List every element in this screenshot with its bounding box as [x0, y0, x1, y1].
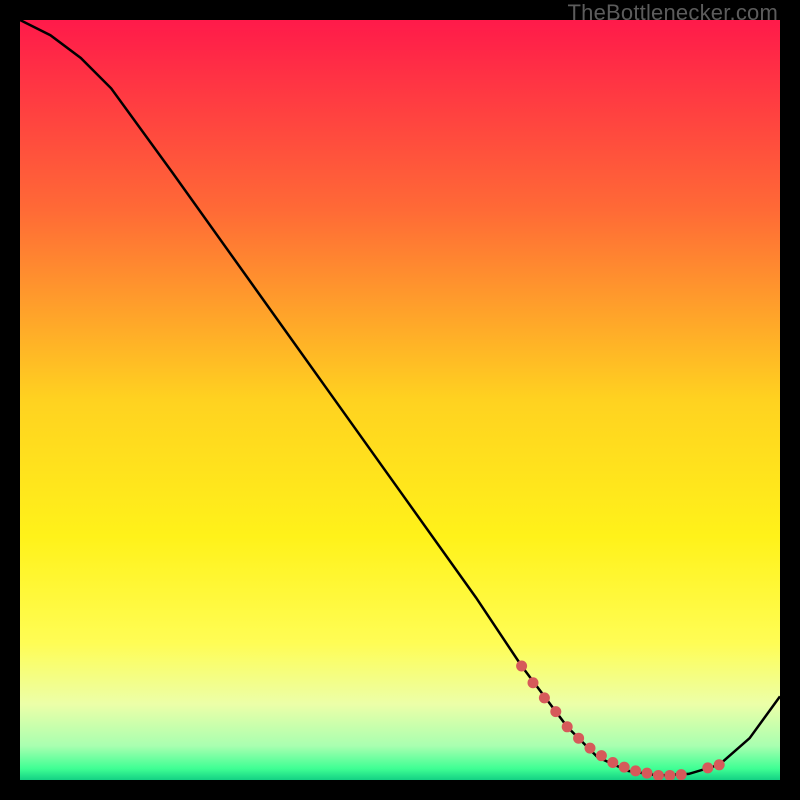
valley-dot — [676, 769, 687, 780]
valley-dot — [607, 757, 618, 768]
valley-dot — [653, 770, 664, 780]
valley-dot — [550, 706, 561, 717]
valley-dot — [596, 750, 607, 761]
valley-dot — [539, 692, 550, 703]
valley-dot — [664, 770, 675, 780]
valley-dot — [585, 743, 596, 754]
chart-frame — [20, 20, 780, 780]
valley-dot — [702, 762, 713, 773]
valley-dot — [573, 733, 584, 744]
valley-dot — [642, 768, 653, 779]
valley-dot — [516, 661, 527, 672]
valley-dot — [619, 762, 630, 773]
dots-group — [516, 661, 725, 781]
valley-dot — [528, 677, 539, 688]
valley-dot — [562, 721, 573, 732]
valley-dots-layer — [20, 20, 780, 780]
valley-dot — [714, 759, 725, 770]
watermark-text: TheBottlenecker.com — [568, 0, 778, 26]
valley-dot — [630, 765, 641, 776]
